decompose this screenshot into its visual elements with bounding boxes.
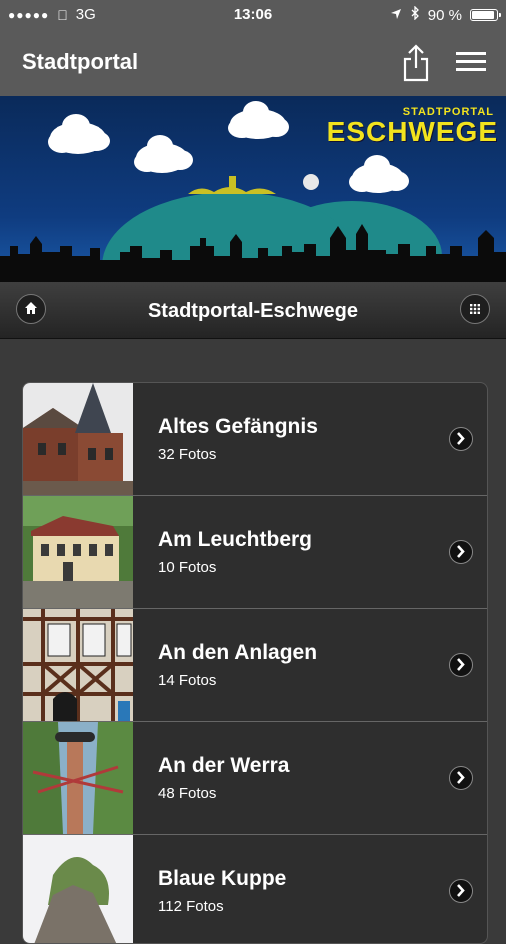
app-title: Stadtportal <box>22 49 139 74</box>
share-button[interactable] <box>398 42 434 82</box>
item-photo-count: 32 Fotos <box>158 446 217 463</box>
banner-logo: ESCHWEGE <box>326 116 498 147</box>
chevron-right-icon <box>449 540 473 564</box>
location-list: Altes Gefängnis 32 Fotos Am Leuchtberg 1… <box>22 382 488 944</box>
thumbnail-blaue-kuppe <box>23 835 133 943</box>
chevron-right-icon <box>449 427 473 451</box>
battery-fill <box>472 11 494 19</box>
item-title: Altes Gefängnis <box>158 415 318 438</box>
page-title: Stadtportal-Eschwege <box>147 300 359 322</box>
nav-bar: Stadtportal-Eschwege <box>0 282 506 339</box>
list-item[interactable]: Am Leuchtberg 10 Fotos <box>23 496 487 609</box>
thumbnail-an-den-anlagen <box>23 609 133 721</box>
share-icon <box>403 44 429 82</box>
item-photo-count: 112 Fotos <box>158 898 224 915</box>
item-title: Am Leuchtberg <box>158 528 313 551</box>
status-bar: ●●●●●  3G 13:06 90 % <box>0 0 506 30</box>
app-bar: Stadtportal <box>0 30 506 96</box>
location-arrow-icon <box>390 7 402 24</box>
grid-menu-button[interactable] <box>460 294 490 324</box>
item-title: Blaue Kuppe <box>158 867 287 890</box>
list-item[interactable]: Altes Gefängnis 32 Fotos <box>23 383 487 496</box>
list-item[interactable]: Blaue Kuppe 112 Fotos <box>23 835 487 943</box>
grid-icon <box>470 304 480 314</box>
item-title: An der Werra <box>158 754 290 777</box>
chevron-right-icon <box>449 653 473 677</box>
thumbnail-am-leuchtberg <box>23 496 133 608</box>
thumbnail-altes-gefaengnis <box>23 383 133 495</box>
list-item[interactable]: An den Anlagen 14 Fotos <box>23 609 487 722</box>
chevron-right-icon <box>449 766 473 790</box>
moon-icon <box>303 174 319 190</box>
bluetooth-icon <box>410 5 420 24</box>
status-right: 90 % <box>390 5 501 24</box>
battery-percent: 90 % <box>427 6 462 24</box>
item-photo-count: 10 Fotos <box>158 559 217 576</box>
chevron-right-icon <box>449 879 473 903</box>
hamburger-menu-icon <box>456 52 486 71</box>
battery-icon <box>470 9 501 21</box>
thumbnail-an-der-werra <box>23 722 133 834</box>
item-photo-count: 14 Fotos <box>158 672 217 689</box>
menu-button[interactable] <box>452 46 490 78</box>
item-photo-count: 48 Fotos <box>158 785 217 802</box>
banner: STADTPORTAL ESCHWEGE <box>0 96 506 282</box>
list-item[interactable]: An der Werra 48 Fotos <box>23 722 487 835</box>
item-title: An den Anlagen <box>158 641 318 664</box>
